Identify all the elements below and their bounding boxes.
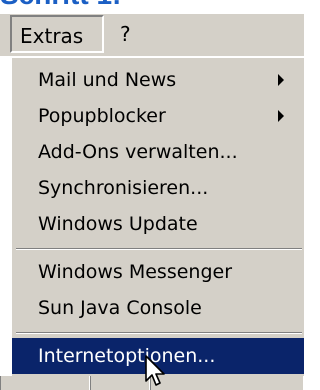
submenu-arrow-icon bbox=[278, 110, 284, 122]
menu-item-label: Windows Messenger bbox=[38, 261, 233, 283]
menu-item-popupblocker[interactable]: Popupblocker bbox=[12, 98, 304, 134]
menu-bar: Extras ? bbox=[0, 14, 304, 56]
mouse-pointer-icon bbox=[145, 355, 165, 386]
status-panel bbox=[90, 376, 150, 390]
menu-item-label: Popupblocker bbox=[38, 105, 166, 127]
status-panel bbox=[150, 376, 304, 390]
submenu-arrow-icon bbox=[278, 74, 284, 86]
menu-item-label: Add-Ons verwalten... bbox=[38, 141, 238, 163]
menu-item-label: Sun Java Console bbox=[38, 297, 202, 319]
menu-item-synchronisieren[interactable]: Synchronisieren... bbox=[12, 170, 304, 206]
status-panel bbox=[0, 376, 90, 390]
menu-item-label: Internetoptionen... bbox=[38, 345, 216, 367]
menu-item-windows-messenger[interactable]: Windows Messenger bbox=[12, 254, 304, 290]
menu-item-label: Windows Update bbox=[38, 213, 198, 235]
menu-separator bbox=[16, 332, 302, 334]
menu-item-sun-java-console[interactable]: Sun Java Console bbox=[12, 290, 304, 326]
menu-item-label: Synchronisieren... bbox=[38, 177, 209, 199]
menu-extras[interactable]: Extras bbox=[10, 15, 104, 53]
menu-separator bbox=[16, 248, 302, 250]
menu-item-windows-update[interactable]: Windows Update bbox=[12, 206, 304, 242]
menu-help[interactable]: ? bbox=[120, 14, 144, 54]
menu-item-mail-und-news[interactable]: Mail und News bbox=[12, 62, 304, 98]
menu-item-add-ons-verwalten[interactable]: Add-Ons verwalten... bbox=[12, 134, 304, 170]
extras-dropdown-menu: Mail und News Popupblocker Add-Ons verwa… bbox=[10, 56, 304, 376]
menu-item-label: Mail und News bbox=[38, 69, 177, 91]
step-heading: Schritt 1: bbox=[0, 0, 121, 12]
